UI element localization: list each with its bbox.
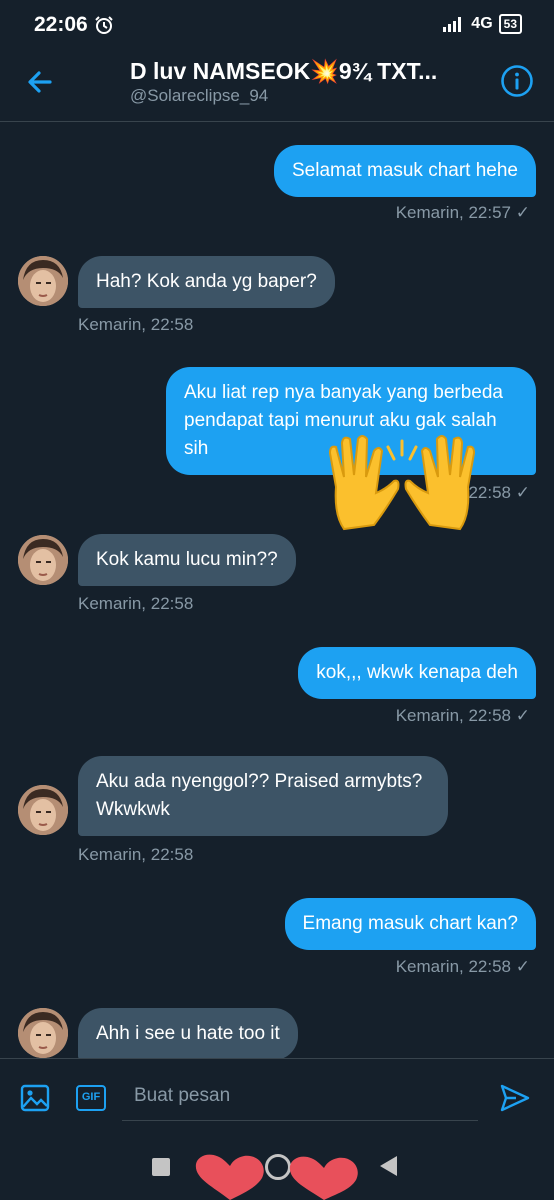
message-list: Selamat masuk chart hehe Kemarin, 22:57 … xyxy=(0,123,554,1058)
send-icon[interactable] xyxy=(498,1081,532,1115)
heart-sticker xyxy=(195,1154,264,1200)
message-time: Kemarin, 22:58 xyxy=(395,957,512,976)
battery-indicator: 53 xyxy=(498,14,522,34)
heart-sticker xyxy=(289,1156,358,1200)
system-nav-bar xyxy=(0,1134,554,1200)
status-time: 22:06 xyxy=(34,13,88,36)
avatar-image xyxy=(18,1008,68,1058)
message-time: Kemarin, 22:58 xyxy=(395,706,512,725)
message-meta: Kemarin, 22:57 ✓ xyxy=(396,203,530,223)
read-check-icon: ✓ xyxy=(515,706,530,725)
avatar[interactable] xyxy=(18,785,68,835)
recents-button[interactable] xyxy=(152,1158,170,1176)
message-time: Kemarin, 22:58 xyxy=(78,845,194,864)
message-bubble-outgoing[interactable]: Emang masuk chart kan? xyxy=(284,898,536,950)
read-check-icon: ✓ xyxy=(515,483,530,502)
info-icon[interactable] xyxy=(500,64,534,98)
raising-hands-emoji xyxy=(328,435,476,531)
message-bubble-incoming[interactable]: Hah? Kok anda yg baper? xyxy=(78,256,335,308)
read-check-icon: ✓ xyxy=(515,203,530,222)
message-bubble-incoming[interactable]: Kok kamu lucu min?? xyxy=(78,534,296,586)
message-time: Kemarin, 22:58 xyxy=(78,315,194,334)
avatar-image xyxy=(18,535,68,585)
status-right: 4G 53 xyxy=(443,14,522,34)
alarm-icon xyxy=(95,16,113,34)
message-meta: Kemarin, 22:58 ✓ xyxy=(396,957,530,977)
system-back-button[interactable] xyxy=(380,1156,397,1176)
signal-icon xyxy=(443,17,462,32)
message-time: Kemarin, 22:58 xyxy=(78,594,194,613)
gif-icon[interactable]: GIF xyxy=(76,1085,106,1111)
message-time: Kemarin, 22:57 xyxy=(395,203,512,222)
avatar-image xyxy=(18,256,68,306)
network-type: 4G xyxy=(471,15,493,32)
avatar-image xyxy=(18,785,68,835)
back-arrow-icon[interactable] xyxy=(22,64,58,100)
image-icon[interactable] xyxy=(20,1083,50,1113)
message-bubble-outgoing[interactable]: kok,,, wkwk kenapa deh xyxy=(298,647,536,699)
message-bubble-incoming[interactable]: Aku ada nyenggol?? Praised armybts? Wkwk… xyxy=(78,756,448,836)
avatar[interactable] xyxy=(18,256,68,306)
conversation-header: D luv NAMSEOK💥9¾ TXT... @Solareclipse_94 xyxy=(0,42,554,122)
message-meta: Kemarin, 22:58 ✓ xyxy=(396,706,530,726)
avatar[interactable] xyxy=(18,535,68,585)
message-bubble-incoming[interactable]: Ahh i see u hate too it xyxy=(78,1008,298,1058)
conversation-handle: @Solareclipse_94 xyxy=(130,86,269,105)
compose-bar: GIF xyxy=(0,1058,554,1134)
message-bubble-outgoing[interactable]: Selamat masuk chart hehe xyxy=(273,145,536,197)
avatar[interactable] xyxy=(18,1008,68,1058)
read-check-icon: ✓ xyxy=(515,957,530,976)
message-input[interactable] xyxy=(122,1071,478,1121)
conversation-name: D luv NAMSEOK💥9¾ TXT... xyxy=(130,58,438,84)
